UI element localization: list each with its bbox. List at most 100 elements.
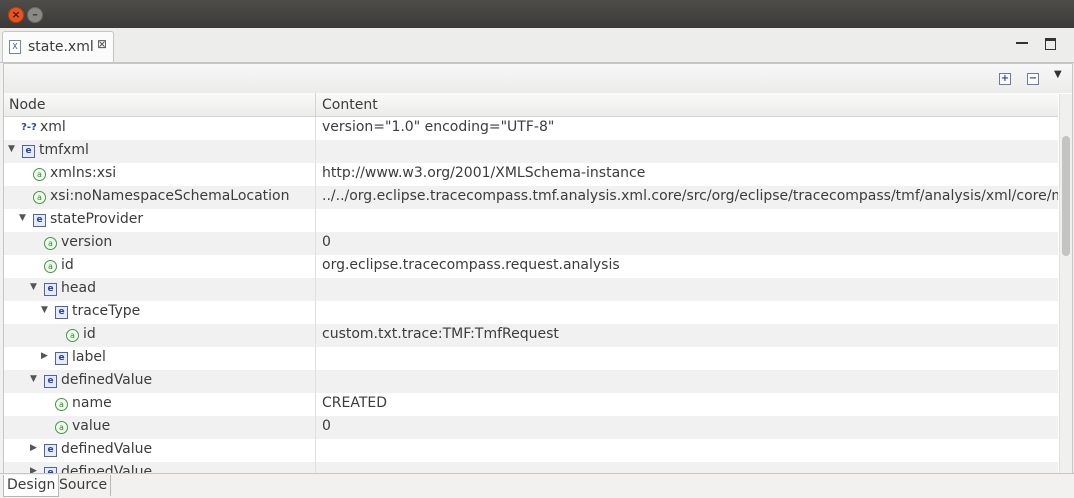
column-separator	[315, 393, 316, 416]
node-label: id	[83, 326, 96, 342]
editor-tab-title: state.xml	[28, 39, 94, 55]
column-separator	[315, 232, 316, 255]
tab-design[interactable]: Design	[3, 475, 60, 497]
window-minimize-icon[interactable]: –	[27, 7, 43, 23]
column-separator	[315, 301, 316, 324]
tree-row[interactable]: ▼ e head	[4, 278, 1058, 301]
node-label: value	[72, 418, 111, 434]
editor-toolbar: + − ▼	[4, 64, 1072, 93]
node-content[interactable]: 0	[322, 234, 331, 250]
node-label: tmfxml	[39, 142, 89, 158]
node-content[interactable]: ../../org.eclipse.tracecompass.tmf.analy…	[322, 188, 1058, 204]
tree-row[interactable]: ▼ e stateProvider	[4, 209, 1058, 232]
node-label: definedValue	[61, 372, 153, 388]
collapse-twistie-icon[interactable]: ▼	[8, 144, 15, 154]
vertical-scrollbar[interactable]	[1059, 94, 1072, 474]
maximize-view-icon[interactable]	[1045, 38, 1056, 50]
element-node-icon: e	[22, 145, 35, 158]
window-titlebar: × –	[0, 0, 1074, 28]
expand-twistie-icon[interactable]: ▶	[41, 351, 48, 361]
node-label: head	[61, 280, 96, 296]
tree-table-body: ?-? xml version="1.0" encoding="UTF-8" ▼ e tm…	[4, 117, 1058, 474]
node-content[interactable]: CREATED	[322, 395, 387, 411]
expand-twistie-icon[interactable]: ▶	[30, 443, 37, 453]
tree-row[interactable]: a version 0	[4, 232, 1058, 255]
tree-row[interactable]: a id org.eclipse.tracecompass.request.anal…	[4, 255, 1058, 278]
element-node-icon: e	[44, 375, 57, 388]
xml-design-editor: + − ▼ Node Content ?-? xml version="1.0" e…	[3, 63, 1073, 475]
node-label: label	[72, 349, 106, 365]
tree-row[interactable]: a xmlns:xsi http://www.w3.org/2001/XMLSche…	[4, 163, 1058, 186]
node-content[interactable]: org.eclipse.tracecompass.request.analysi…	[322, 257, 620, 273]
attribute-node-icon: a	[66, 329, 79, 342]
editor-tab-state-xml[interactable]: X state.xml ⊠	[2, 31, 114, 62]
attribute-node-icon: a	[33, 191, 46, 204]
collapse-twistie-icon[interactable]: ▼	[30, 282, 37, 292]
tree-row[interactable]: ▼ e tmfxml	[4, 140, 1058, 163]
collapse-all-icon[interactable]: −	[1027, 73, 1039, 85]
tree-row[interactable]: ▶ e label	[4, 347, 1058, 370]
editor-mode-tabs: Design Source	[0, 473, 1074, 498]
tab-source[interactable]: Source	[56, 475, 112, 496]
element-node-icon: e	[44, 283, 57, 296]
node-label: id	[61, 257, 74, 273]
collapse-twistie-icon[interactable]: ▼	[41, 305, 48, 315]
expand-all-icon[interactable]: +	[999, 73, 1011, 85]
node-content[interactable]: version="1.0" encoding="UTF-8"	[322, 119, 554, 135]
attribute-node-icon: a	[55, 398, 68, 411]
column-separator	[315, 163, 316, 186]
element-node-icon: e	[55, 352, 68, 365]
column-separator	[315, 439, 316, 462]
node-content[interactable]: custom.txt.trace:TMF:TmfRequest	[322, 326, 559, 342]
node-content[interactable]: 0	[322, 418, 331, 434]
tree-row[interactable]: ▼ e definedValue	[4, 370, 1058, 393]
tree-row[interactable]: a id custom.txt.trace:TMF:TmfRequest	[4, 324, 1058, 347]
column-header-node[interactable]: Node	[9, 97, 46, 113]
attribute-node-icon: a	[44, 237, 57, 250]
column-divider[interactable]	[315, 93, 316, 116]
column-separator	[315, 324, 316, 347]
tree-row[interactable]: ▶ e definedValue	[4, 439, 1058, 462]
tree-row[interactable]: ?-? xml version="1.0" encoding="UTF-8"	[4, 117, 1058, 140]
column-separator	[315, 186, 316, 209]
column-separator	[315, 117, 316, 140]
column-separator	[315, 347, 316, 370]
node-label: name	[72, 395, 112, 411]
column-separator	[315, 255, 316, 278]
minimize-view-icon[interactable]	[1016, 42, 1028, 44]
editor-tab-bar: X state.xml ⊠	[0, 28, 1074, 63]
tab-close-icon[interactable]: ⊠	[97, 37, 107, 51]
column-separator	[315, 209, 316, 232]
node-label: traceType	[72, 303, 141, 319]
tree-row[interactable]: ▼ e traceType	[4, 301, 1058, 324]
node-content[interactable]: http://www.w3.org/2001/XMLSchema-instanc…	[322, 165, 645, 181]
processing-instruction-icon: ?-?	[21, 122, 37, 133]
collapse-twistie-icon[interactable]: ▼	[30, 374, 37, 384]
node-label: stateProvider	[50, 211, 144, 227]
attribute-node-icon: a	[33, 168, 46, 181]
collapse-twistie-icon[interactable]: ▼	[19, 213, 26, 223]
tree-row[interactable]: a name CREATED	[4, 393, 1058, 416]
column-separator	[315, 370, 316, 393]
tree-table-header: Node Content	[4, 93, 1058, 117]
element-node-icon: e	[33, 214, 46, 227]
attribute-node-icon: a	[55, 421, 68, 434]
node-label: xmlns:xsi	[50, 165, 117, 181]
node-label: xsi:noNamespaceSchemaLocation	[50, 188, 290, 204]
tree-row[interactable]: a value 0	[4, 416, 1058, 439]
element-node-icon: e	[44, 444, 57, 457]
window-close-icon[interactable]: ×	[8, 7, 24, 23]
column-separator	[315, 140, 316, 163]
node-label: definedValue	[61, 441, 153, 457]
element-node-icon: e	[55, 306, 68, 319]
tree-row[interactable]: a xsi:noNamespaceSchemaLocation ../../org.…	[4, 186, 1058, 209]
column-header-content[interactable]: Content	[322, 97, 378, 113]
attribute-node-icon: a	[44, 260, 57, 273]
view-menu-icon[interactable]: ▼	[1054, 69, 1062, 80]
scrollbar-thumb[interactable]	[1062, 136, 1070, 256]
node-label: xml	[40, 119, 66, 135]
column-separator	[315, 278, 316, 301]
node-label: version	[61, 234, 113, 250]
column-separator	[315, 416, 316, 439]
xml-file-icon: X	[9, 40, 21, 54]
